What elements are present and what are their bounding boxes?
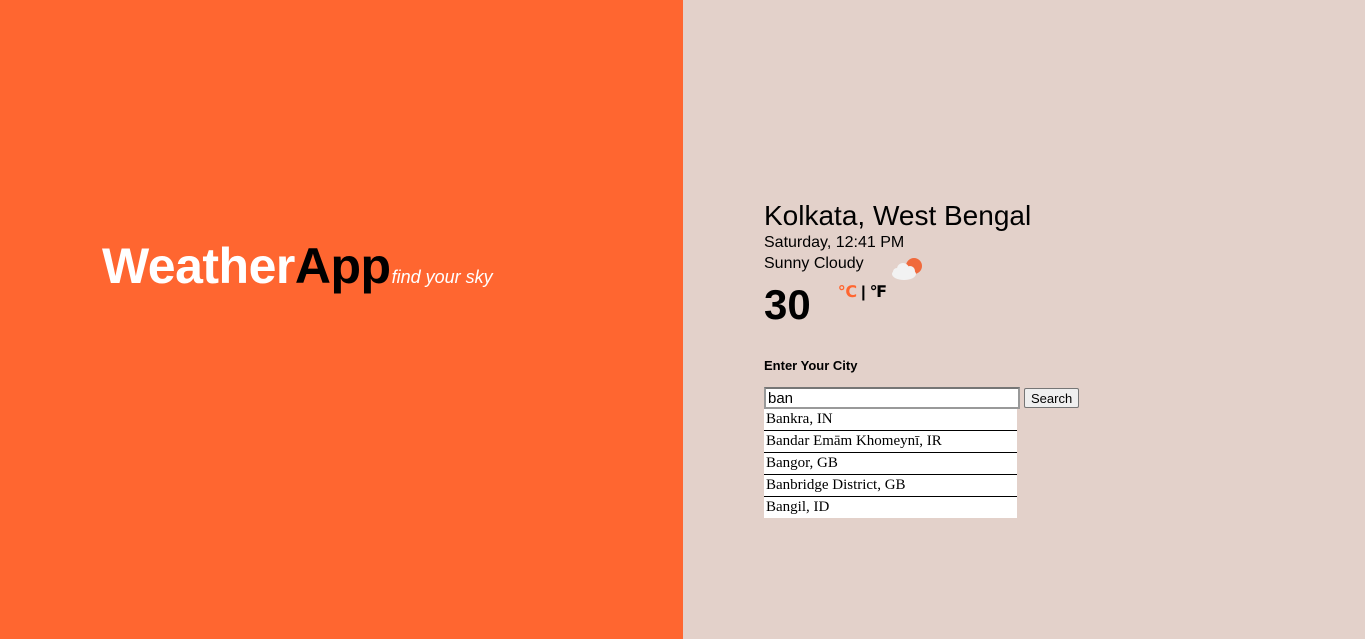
suggestion-item[interactable]: Bandar Emām Khomeynī, IR <box>764 431 1017 453</box>
suggestion-item[interactable]: Bankra, IN <box>764 409 1017 431</box>
date-time: Saturday, 12:41 PM <box>764 234 905 251</box>
temperature-value: 30 <box>764 281 811 328</box>
brand-name-app: App <box>294 238 391 294</box>
condition-row: Sunny Cloudy <box>764 253 1031 280</box>
suggestion-item[interactable]: Bangor, GB <box>764 453 1017 475</box>
city-input-label: Enter Your City <box>764 358 858 373</box>
search-row: Search <box>764 387 1080 409</box>
weather-panel: Kolkata, West Bengal Saturday, 12:41 PM … <box>683 0 1365 639</box>
fahrenheit-toggle[interactable]: ℉ <box>870 284 887 301</box>
weather-condition: Sunny Cloudy <box>764 255 864 272</box>
brand-panel: WeatherAppfind your sky <box>0 0 683 639</box>
suggestion-item[interactable]: Banbridge District, GB <box>764 475 1017 497</box>
brand-tagline: find your sky <box>391 267 493 287</box>
celsius-toggle[interactable]: ℃ <box>838 284 857 301</box>
city-suggestions-list: Bankra, IN Bandar Emām Khomeynī, IR Bang… <box>764 409 1017 518</box>
city-search-input[interactable] <box>764 387 1020 409</box>
app-logo: WeatherAppfind your sky <box>102 241 493 291</box>
location-title: Kolkata, West Bengal <box>764 200 1032 231</box>
unit-toggle: ℃ | ℉ <box>838 283 887 303</box>
search-button[interactable]: Search <box>1024 388 1080 408</box>
temperature-row: 30 ℃ | ℉ <box>764 279 1031 331</box>
suggestion-item[interactable]: Bangil, ID <box>764 497 1017 518</box>
brand-name-weather: Weather <box>102 238 295 294</box>
app-root: WeatherAppfind your sky Kolkata, West Be… <box>0 0 1365 639</box>
current-weather: Kolkata, West Bengal Saturday, 12:41 PM … <box>764 199 1031 331</box>
unit-separator: | <box>861 284 866 301</box>
partly-cloudy-icon <box>891 258 922 280</box>
